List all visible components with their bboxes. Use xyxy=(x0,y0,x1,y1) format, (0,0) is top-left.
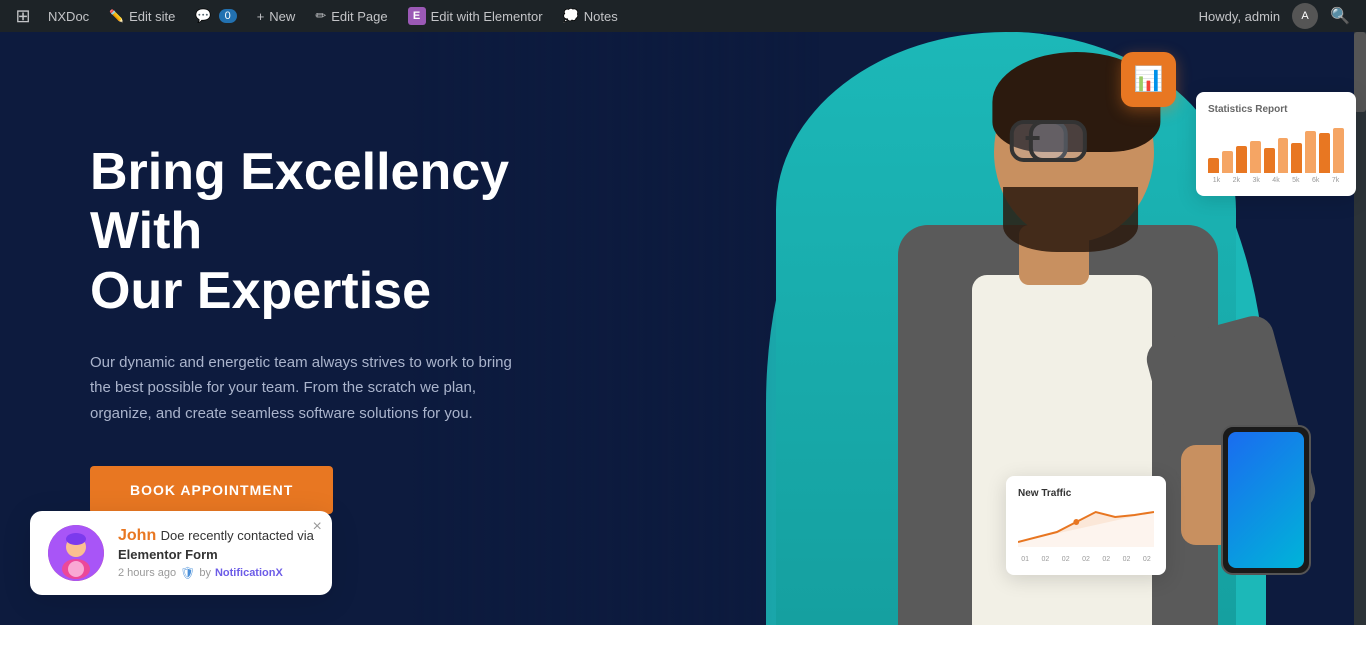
site-name-label: NXDoc xyxy=(48,9,89,24)
label-4k: 4k xyxy=(1268,177,1285,184)
notification-text: John Doe recently contacted via Elemento… xyxy=(118,527,314,580)
traffic-card: New Traffic 01 02 02 02 02 02 02 xyxy=(1006,476,1166,575)
bar-8 xyxy=(1305,131,1316,174)
label-5k: 5k xyxy=(1287,177,1304,184)
label-2k: 2k xyxy=(1228,177,1245,184)
search-icon[interactable]: 🔍 xyxy=(1322,6,1358,26)
bar-chart-labels: 1k 2k 3k 4k 5k 6k 7k xyxy=(1208,177,1344,184)
elementor-icon: E xyxy=(408,7,426,25)
bar-1 xyxy=(1208,158,1219,173)
bar-2 xyxy=(1222,151,1233,174)
admin-avatar[interactable]: A xyxy=(1292,3,1318,29)
time-text: 2 hours ago xyxy=(118,567,176,579)
person-glasses-right xyxy=(1029,120,1087,162)
traffic-label-4: 02 xyxy=(1079,556,1093,563)
bar-5 xyxy=(1264,148,1275,173)
bar-3 xyxy=(1236,146,1247,174)
bar-6 xyxy=(1278,138,1289,173)
wp-icon: ⊞ xyxy=(15,6,30,27)
howdy-text: Howdy, admin xyxy=(1191,0,1288,32)
person-phone xyxy=(1221,425,1311,575)
plus-icon: + xyxy=(257,9,265,24)
traffic-label-5: 02 xyxy=(1099,556,1113,563)
bar-4 xyxy=(1250,141,1261,174)
hero-description: Our dynamic and energetic team always st… xyxy=(90,350,520,427)
edit-site-item[interactable]: ✏️ Edit site xyxy=(99,0,185,32)
statistics-card: Statistics Report 1k 2k 3k 4k 5k 6k xyxy=(1196,92,1356,196)
traffic-label-6: 02 xyxy=(1119,556,1133,563)
notification-time: 2 hours ago 🛡 by NotificationX xyxy=(118,566,314,580)
comment-count: 0 xyxy=(219,9,237,23)
avatar-svg xyxy=(48,525,104,581)
comment-icon: 💬 xyxy=(195,8,211,24)
traffic-labels: 01 02 02 02 02 02 02 xyxy=(1018,556,1154,563)
notification-name: John xyxy=(118,527,156,544)
traffic-label-7: 02 xyxy=(1140,556,1154,563)
traffic-title: New Traffic xyxy=(1018,488,1154,499)
bar-10 xyxy=(1333,128,1344,173)
bar-9 xyxy=(1319,133,1330,173)
hero-title-line1: Bring Excellency With xyxy=(90,143,509,261)
notification-form: Elementor Form xyxy=(118,547,314,562)
wp-logo[interactable]: ⊞ xyxy=(8,0,38,32)
notes-label: Notes xyxy=(584,9,618,24)
hero-section: Bring Excellency With Our Expertise Our … xyxy=(0,143,620,515)
edit-page-item[interactable]: ✏ Edit Page xyxy=(305,0,397,32)
notification-avatar xyxy=(48,525,104,581)
comments-item[interactable]: 💬 0 xyxy=(185,0,246,32)
person-glasses-bridge xyxy=(1026,136,1040,140)
new-item[interactable]: + New xyxy=(247,0,306,32)
stats-card-title: Statistics Report xyxy=(1208,104,1344,115)
main-content: Bring Excellency With Our Expertise Our … xyxy=(0,32,1366,625)
new-label: New xyxy=(269,9,295,24)
bar-chart xyxy=(1208,123,1344,173)
edit-site-label: Edit site xyxy=(129,9,175,24)
label-6k: 6k xyxy=(1307,177,1324,184)
notes-item[interactable]: 💭 Notes xyxy=(553,0,628,32)
notification-message-line1: John Doe recently contacted via xyxy=(118,527,314,545)
phone-screen xyxy=(1228,432,1304,568)
traffic-label-1: 01 xyxy=(1018,556,1032,563)
notification-message: Doe recently contacted via xyxy=(161,528,314,543)
traffic-label-3: 02 xyxy=(1059,556,1073,563)
bar-7 xyxy=(1291,143,1302,173)
hero-title: Bring Excellency With Our Expertise xyxy=(90,143,620,322)
edit-page-label: Edit Page xyxy=(331,9,387,24)
edit-elementor-label: Edit with Elementor xyxy=(431,9,543,24)
notification-popup: John Doe recently contacted via Elemento… xyxy=(30,511,332,595)
person-beard xyxy=(1003,187,1138,252)
admin-bar: ⊞ NXDoc ✏️ Edit site 💬 0 + New ✏ Edit Pa… xyxy=(0,0,1366,32)
pencil-icon: ✏ xyxy=(315,8,326,24)
admin-bar-right: Howdy, admin A 🔍 xyxy=(1191,0,1358,32)
avatar-initial: A xyxy=(1301,10,1308,22)
label-7k: 7k xyxy=(1327,177,1344,184)
by-text: by xyxy=(199,567,211,579)
chart-icon: 📊 xyxy=(1134,65,1164,94)
line-chart-svg xyxy=(1018,507,1154,547)
stats-icon-circle: 📊 xyxy=(1121,52,1176,107)
label-3k: 3k xyxy=(1248,177,1265,184)
traffic-label-2: 02 xyxy=(1038,556,1052,563)
powered-by-text: NotificationX xyxy=(215,567,283,579)
shield-icon: 🛡 xyxy=(180,566,195,580)
hero-right: 📊 Statistics Report 1k 2k 3k 4k xyxy=(606,32,1366,625)
hero-title-line2: Our Expertise xyxy=(90,262,431,320)
edit-elementor-item[interactable]: E Edit with Elementor xyxy=(398,0,553,32)
book-appointment-button[interactable]: BOOK APPOINTMENT xyxy=(90,466,333,514)
notes-icon: 💭 xyxy=(563,8,579,24)
notification-close-button[interactable]: × xyxy=(313,519,322,535)
site-name-item[interactable]: NXDoc xyxy=(38,0,99,32)
label-1k: 1k xyxy=(1208,177,1225,184)
edit-site-icon: ✏️ xyxy=(109,9,124,23)
